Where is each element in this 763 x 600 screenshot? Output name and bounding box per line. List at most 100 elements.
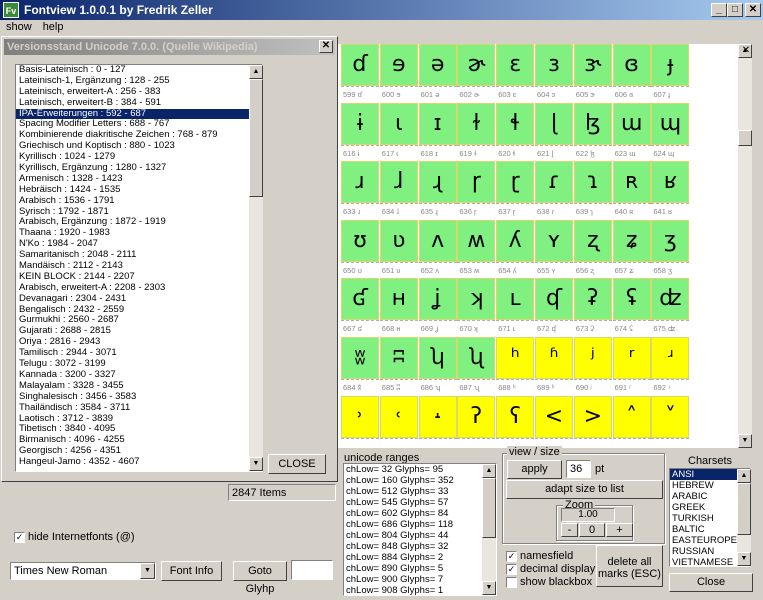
glyph-char: ʬ [341,337,379,379]
close-window-button[interactable]: ✕ [745,3,761,17]
decimal-display-checkbox[interactable]: ✓ decimal display [506,563,595,575]
unicode-range-item[interactable]: chLow= 512 Glyphs= 33 [344,486,496,497]
unicode-block-list[interactable]: Basis-Lateinisch : 0 - 127 Lateinisch-1, … [15,64,263,472]
charsets-scroll-up-icon[interactable]: ▲ [737,469,751,483]
ranges-scroll-down-icon[interactable]: ▼ [482,581,496,595]
glyph-code: 658 ʒ [651,261,690,278]
glyph-char: ɘ [379,44,418,86]
size-input[interactable]: 36 [566,460,591,478]
menu-show[interactable]: show [0,20,37,33]
menu-help[interactable]: help [37,20,69,33]
glyph-code: 668 ʜ [379,320,418,336]
glyph-char: ɗ [341,44,379,86]
goto-glyph-button[interactable]: Goto Glyhp [233,561,287,595]
hide-internetfonts-checkbox[interactable]: ✓ hide Internetfonts (@) [14,531,135,543]
glyph-grid[interactable]: ɗ 599 ɗ ɘ 600 ɘ ə 601 ə ɚ 602 ɚ ɛ 603 ɛ ɜ 604 ɜ ɝ 605… [338,44,738,448]
maximize-button[interactable]: □ [727,3,743,17]
glyph-code: 640 ʀ [612,203,651,219]
glyph-char: ə [418,44,457,86]
list-scroll-thumb[interactable] [249,79,263,197]
minimize-button[interactable]: _ [711,3,727,17]
glyph-code: 653 ʍ [457,261,496,278]
unicode-range-item[interactable]: chLow= 686 Glyphs= 118 [344,519,496,530]
unicode-block-item[interactable]: Singhalesisch : 3456 - 3583 [16,391,262,403]
unicode-range-item[interactable]: chLow= 160 Glyphs= 352 [344,475,496,486]
show-blackbox-checkbox[interactable]: show blackbox [506,576,592,588]
glyph-code: 635 ɻ [418,203,457,219]
unicode-range-item[interactable]: chLow= 545 Glyphs= 57 [344,497,496,508]
glyph-code: 652 ʌ [418,261,457,278]
glyph-char: ʍ [457,219,496,262]
font-select-value: Times New Roman [14,565,108,577]
dialog-close-icon[interactable]: ✕ [319,40,333,53]
list-scroll-down-icon[interactable]: ▼ [249,457,263,471]
unicode-ranges-list[interactable]: chLow= 32 Glyphs= 95 chLow= 160 Glyphs= 3… [343,463,497,596]
charsets-scroll-thumb[interactable] [737,483,751,535]
grid-x-icon[interactable]: ✕ [739,45,753,58]
glyph-code: 691 ʳ [612,379,651,395]
adapt-size-button[interactable]: adapt size to list [506,480,663,499]
font-select[interactable]: Times New Roman ▼ [10,562,156,580]
glyph-char: ʮ [418,337,457,379]
ranges-scroll-up-icon[interactable]: ▲ [482,464,496,478]
glyph-code: 600 ɘ [379,86,418,102]
zoom-reset-button[interactable]: 0 [579,523,605,537]
unicode-block-item[interactable]: Lateinisch, erweitert-B : 384 - 591 [16,97,262,109]
unicode-range-item[interactable]: chLow= 884 Glyphs= 2 [344,552,496,563]
unicode-block-item[interactable]: Thailändisch : 3584 - 3711 [16,402,262,414]
glyph-char: ɞ [612,44,651,86]
decimal-display-check-icon[interactable]: ✓ [506,563,517,575]
unicode-range-item[interactable]: chLow= 32 Glyphs= 95 [344,464,496,475]
glyph-code: 617 ɩ [379,144,418,161]
scroll-down-icon[interactable]: ▼ [738,434,752,448]
charsets-scrollbar[interactable]: ▲ ▼ [737,469,751,566]
namesfield-check-icon[interactable]: ✓ [506,550,517,562]
dialog-close-button[interactable]: CLOSE [268,454,326,474]
unicode-range-item[interactable]: chLow= 900 Glyphs= 7 [344,574,496,585]
show-blackbox-check-icon[interactable] [506,576,517,588]
unicode-block-item[interactable]: Arabisch : 1536 - 1791 [16,195,262,207]
chevron-down-icon[interactable]: ▼ [140,563,155,579]
unicode-block-item[interactable]: Devanagari : 2304 - 2431 [16,293,262,305]
glyph-code: 638 ɾ [535,203,573,219]
glyph-char: ʯ [457,337,496,379]
unicode-block-item[interactable]: Hangeul-Jamo : 4352 - 4607 [16,456,262,468]
view-size-label: view / size [507,446,562,458]
dialog-title-text: Versionsstand Unicode 7.0.0. (Quelle Wik… [7,41,258,53]
unicode-range-item[interactable]: chLow= 804 Glyphs= 44 [344,530,496,541]
glyph-char: ɬ [496,102,535,145]
glyph-code: 650 ʊ [341,261,379,278]
glyph-code: 623 ɯ [612,144,651,161]
glyph-char: ɫ [457,102,496,145]
glyph-char: ʞ [457,278,496,321]
glyph-code: 685 ʭ [379,379,418,395]
block-list-scrollbar[interactable]: ▲ ▼ [249,65,263,471]
zoom-minus-button[interactable]: - [561,523,578,537]
glyph-char: ɿ [573,161,612,204]
glyph-code: 616 ɨ [341,144,379,161]
ranges-scrollbar[interactable]: ▲ ▼ [482,464,496,595]
goto-glyph-input[interactable] [291,560,333,580]
charsets-label: Charsets [688,455,733,467]
glyph-code: 690 ʲ [573,379,612,395]
zoom-plus-button[interactable]: + [606,523,633,537]
hide-internetfonts-check-icon[interactable]: ✓ [14,531,25,543]
scroll-thumb[interactable] [738,130,752,146]
unicode-range-item[interactable]: chLow= 602 Glyphs= 84 [344,508,496,519]
charsets-scroll-down-icon[interactable]: ▼ [737,552,751,566]
grid-scrollbar[interactable]: ▲ ▼ [738,44,752,448]
close-button[interactable]: Close [669,573,753,592]
unicode-range-item[interactable]: chLow= 908 Glyphs= 1 [344,585,496,595]
glyph-char: ʏ [535,219,573,262]
glyph-code: 686 ʮ [418,379,457,395]
delete-all-marks-button[interactable]: delete all marks (ESC) [596,545,663,587]
dialog-title: Versionsstand Unicode 7.0.0. (Quelle Wik… [4,39,335,55]
ranges-scroll-thumb[interactable] [482,478,496,538]
list-scroll-up-icon[interactable]: ▲ [249,65,263,79]
unicode-range-item[interactable]: chLow= 890 Glyphs= 5 [344,563,496,574]
glyph-code: 689 ʱ [535,379,573,395]
apply-button[interactable]: apply [507,460,562,479]
namesfield-checkbox[interactable]: ✓ namesfield [506,550,573,562]
unicode-range-item[interactable]: chLow= 848 Glyphs= 32 [344,541,496,552]
font-info-button[interactable]: Font Info [161,561,222,581]
